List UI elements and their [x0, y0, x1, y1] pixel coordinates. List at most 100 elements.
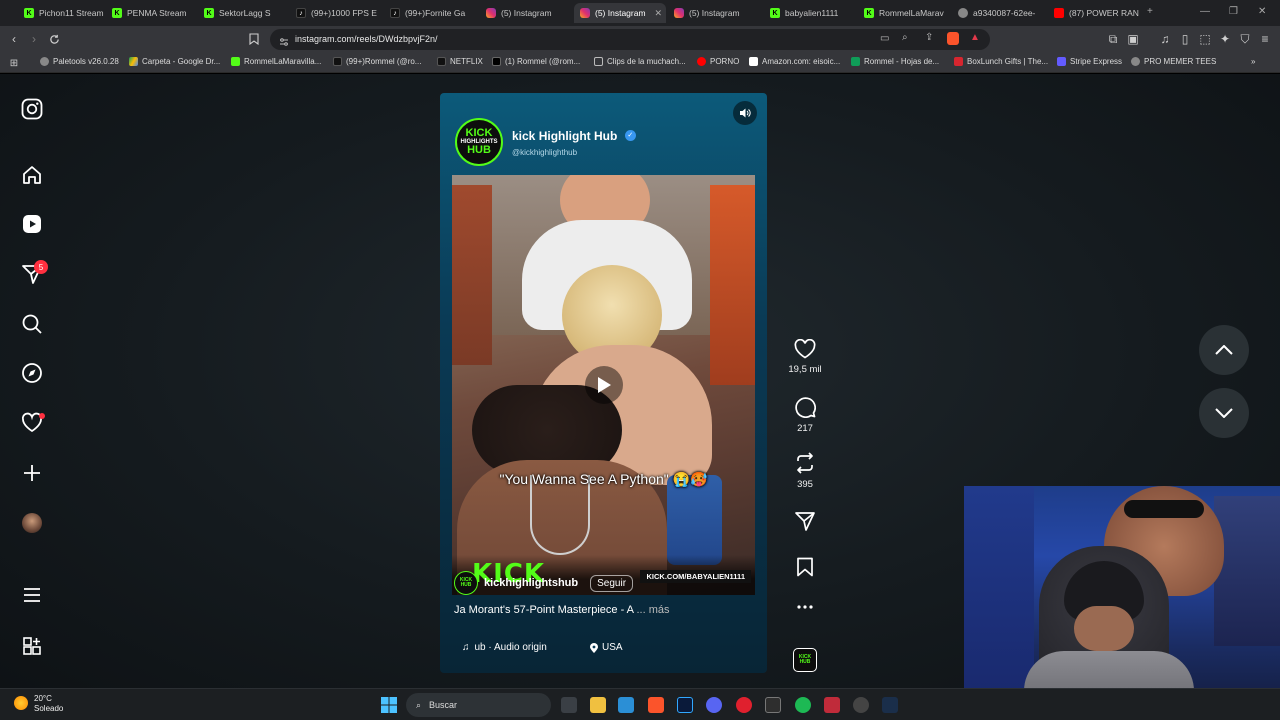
- apps-grid-icon[interactable]: ⊞: [6, 55, 22, 71]
- more-bookmarks-icon[interactable]: »: [1251, 57, 1255, 66]
- discord-icon[interactable]: [706, 697, 722, 713]
- browser-tab[interactable]: K PENMA Stream: [106, 3, 198, 23]
- more-menu-icon[interactable]: [20, 583, 44, 607]
- repost-icon[interactable]: [794, 452, 816, 474]
- bookmark-save-icon[interactable]: [796, 557, 814, 577]
- url-text[interactable]: instagram.com/reels/DWdzbpvjF2n/: [295, 34, 438, 44]
- steam-icon[interactable]: [882, 697, 898, 713]
- bookmark-item[interactable]: PRO MEMER TEES: [1131, 57, 1216, 66]
- heart-icon[interactable]: [794, 339, 816, 359]
- extensions-icon[interactable]: ⧉: [1105, 31, 1121, 47]
- audio-info[interactable]: ♫ ub · Audio origin: [462, 640, 547, 655]
- search-icon[interactable]: [20, 312, 44, 336]
- browser-tab[interactable]: a9340087-62ee-: [952, 3, 1046, 23]
- back-button[interactable]: ‹: [6, 31, 22, 47]
- minimize-button[interactable]: —: [1200, 6, 1210, 17]
- browser-tab-active[interactable]: (5) Instagram ✕: [574, 3, 666, 23]
- new-tab-button[interactable]: +: [1147, 6, 1153, 17]
- menu-icon[interactable]: ≡: [1257, 31, 1273, 47]
- home-icon[interactable]: [20, 163, 44, 187]
- browser-tab[interactable]: K RommelLaMarav: [858, 3, 950, 23]
- address-bar[interactable]: instagram.com/reels/DWdzbpvjF2n/ ▭ ⌕ ⇪ ▲: [270, 29, 990, 50]
- bookmark-item[interactable]: Amazon.com: eisoic...: [749, 57, 840, 66]
- comment-action[interactable]: 217: [785, 396, 825, 434]
- bookmark-item[interactable]: Clips de la muchach...: [594, 57, 686, 66]
- like-action[interactable]: 19,5 mil: [785, 339, 825, 375]
- also-from-meta-icon[interactable]: [20, 634, 44, 658]
- cast-icon[interactable]: ▭: [880, 33, 889, 44]
- task-view-icon[interactable]: [561, 697, 577, 713]
- site-info-icon[interactable]: [279, 34, 289, 52]
- app-icon[interactable]: [824, 697, 840, 713]
- bookmark-item[interactable]: Carpeta - Google Dr...: [129, 57, 220, 66]
- browser-tab[interactable]: K Pichon11 Stream: [18, 3, 106, 23]
- more-options-action[interactable]: [785, 604, 825, 610]
- bookmark-item[interactable]: (99+)Rommel (@ro...: [333, 57, 421, 66]
- bookmark-item[interactable]: Stripe Express: [1057, 57, 1122, 66]
- browser-tab[interactable]: K SektorLagg S: [198, 3, 290, 23]
- taskbar-search[interactable]: ⌕ Buscar: [406, 693, 551, 717]
- brave-shields-icon[interactable]: [947, 32, 959, 45]
- follow-button[interactable]: Seguir: [590, 574, 634, 592]
- brave-icon[interactable]: [648, 697, 664, 713]
- bookmark-icon[interactable]: [246, 31, 262, 47]
- playlist-icon[interactable]: ♫: [1157, 31, 1173, 47]
- maximize-button[interactable]: ❐: [1229, 6, 1238, 17]
- weather-widget[interactable]: 20°C Soleado: [14, 694, 63, 713]
- reload-button[interactable]: [46, 31, 62, 47]
- opera-icon[interactable]: [736, 697, 752, 713]
- app-icon[interactable]: [853, 697, 869, 713]
- zoom-icon[interactable]: ⌕: [902, 32, 908, 43]
- original-audio-avatar[interactable]: KICK HUB: [793, 648, 817, 672]
- wallet-icon[interactable]: ▣: [1125, 31, 1141, 47]
- explore-icon[interactable]: [20, 361, 44, 385]
- share-icon[interactable]: ⇪: [925, 32, 933, 43]
- reel-video-frame[interactable]: "You Wanna See A Python" 😭🥵 KICK KICK.CO…: [452, 175, 755, 595]
- browser-tab[interactable]: Kbabyalien1111: [764, 3, 856, 23]
- app-icon[interactable]: [765, 697, 781, 713]
- file-explorer-icon[interactable]: [590, 697, 606, 713]
- bookmark-item[interactable]: Rommel - Hojas de...: [851, 57, 939, 66]
- owner-username[interactable]: kickhighlightshub: [484, 577, 578, 589]
- browser-tab[interactable]: (87) POWER RAN: [1048, 3, 1142, 23]
- bookmark-item[interactable]: NETFLIX: [437, 57, 483, 66]
- save-action[interactable]: [785, 557, 825, 577]
- next-reel-button[interactable]: [1199, 388, 1249, 438]
- windows-start-icon[interactable]: [381, 697, 397, 713]
- spotify-icon[interactable]: [795, 697, 811, 713]
- location-tag[interactable]: USA: [590, 640, 623, 655]
- browser-tab[interactable]: ♪ (99+)Fornite Ga: [384, 3, 478, 23]
- share-icon[interactable]: [794, 510, 816, 532]
- photoshop-icon[interactable]: [677, 697, 693, 713]
- browser-tab[interactable]: ♪ (99+)1000 FPS E: [290, 3, 380, 23]
- bookmark-item[interactable]: RommelLaMaravilla...: [231, 57, 321, 66]
- repost-action[interactable]: 395: [785, 452, 825, 490]
- create-icon[interactable]: [20, 461, 44, 485]
- bookmark-item[interactable]: Paletools v26.0.28: [40, 57, 119, 66]
- play-button[interactable]: [585, 366, 623, 404]
- close-window-button[interactable]: ✕: [1258, 6, 1266, 17]
- reels-icon[interactable]: [20, 212, 44, 236]
- more-horizontal-icon[interactable]: [796, 604, 814, 610]
- previous-reel-button[interactable]: [1199, 325, 1249, 375]
- audio-toggle-button[interactable]: [733, 101, 757, 125]
- profile-avatar[interactable]: [20, 511, 44, 535]
- bookmark-item[interactable]: PORNO: [697, 57, 739, 66]
- bookmark-item[interactable]: (1) Rommel (@rom...: [492, 57, 580, 66]
- vpn-icon[interactable]: ⛉: [1237, 31, 1253, 47]
- sidebar-toggle-icon[interactable]: ▯: [1177, 31, 1193, 47]
- browser-tab[interactable]: (5) Instagram: [480, 3, 572, 23]
- browser-tab[interactable]: (5) Instagram: [668, 3, 760, 23]
- owner-avatar[interactable]: KICK HUB: [454, 571, 478, 595]
- comment-icon[interactable]: [794, 396, 816, 418]
- screenshot-icon[interactable]: ⬚: [1197, 31, 1213, 47]
- forward-button[interactable]: ›: [26, 31, 42, 47]
- more-link[interactable]: ... más: [636, 604, 669, 616]
- close-tab-icon[interactable]: ✕: [655, 8, 663, 19]
- brave-rewards-icon[interactable]: ▲: [970, 32, 980, 43]
- share-action[interactable]: [785, 510, 825, 532]
- instagram-logo-icon[interactable]: [20, 97, 44, 121]
- leo-ai-icon[interactable]: ✦: [1217, 31, 1233, 47]
- reel-player[interactable]: KICK HIGHLIGHTS HUB kick Highlight Hub ✓…: [440, 93, 767, 673]
- telegram-icon[interactable]: [618, 697, 634, 713]
